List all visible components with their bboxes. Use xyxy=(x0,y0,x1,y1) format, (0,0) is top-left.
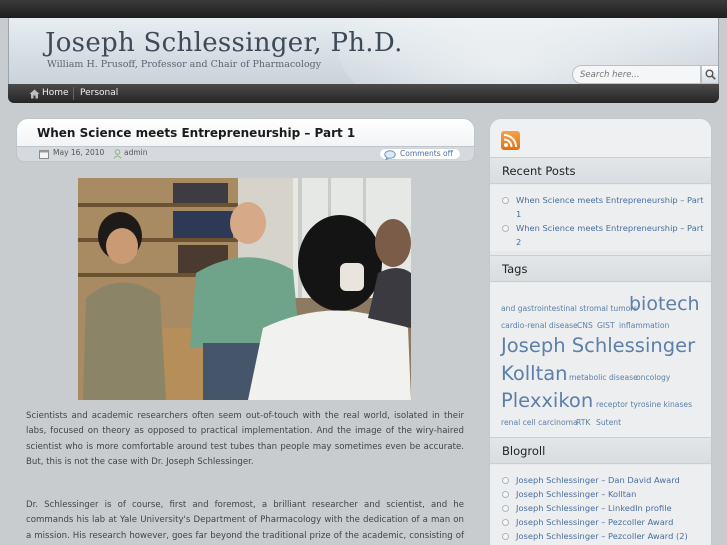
bullet-icon xyxy=(502,477,509,484)
blogroll-list: Joseph Schlessinger – Dan David Award Jo… xyxy=(490,465,711,545)
recent-post-link[interactable]: When Science meets Entrepreneurship – Pa… xyxy=(516,193,703,207)
tag-cloud: and gastrointestinal stromal tumors biot… xyxy=(490,283,711,437)
tag-link[interactable]: oncology xyxy=(636,374,670,382)
tags-title: Tags xyxy=(502,262,528,276)
post-title-bar: When Science meets Entrepreneurship – Pa… xyxy=(16,118,475,147)
top-strip xyxy=(0,0,727,18)
blogroll-link[interactable]: Joseph Schlessinger – Pezcoller Award xyxy=(516,515,673,529)
sidebar: Recent Posts When Science meets Entrepre… xyxy=(489,118,712,545)
search-form xyxy=(572,65,718,84)
post-paragraph: Scientists and academic researchers ofte… xyxy=(26,411,464,468)
search-button[interactable] xyxy=(701,65,718,84)
rss-icon[interactable] xyxy=(501,131,520,150)
comment-icon xyxy=(384,150,396,160)
blogroll-link[interactable]: Joseph Schlessinger – Kolltan xyxy=(516,487,636,501)
tag-link[interactable]: CNS xyxy=(577,322,593,330)
tag-link[interactable]: and gastrointestinal stromal tumors xyxy=(501,305,637,313)
main-nav: Home Personal xyxy=(8,84,719,103)
site-title[interactable]: Joseph Schlessinger, Ph.D. xyxy=(45,28,403,58)
calendar-icon xyxy=(39,150,49,159)
user-icon xyxy=(113,149,122,159)
bullet-icon xyxy=(502,505,509,512)
post-author[interactable]: admin xyxy=(124,148,148,157)
tag-link[interactable]: biotech xyxy=(629,295,700,314)
search-icon xyxy=(705,69,716,80)
tag-link[interactable]: GIST xyxy=(597,322,615,330)
post-title[interactable]: When Science meets Entrepreneurship – Pa… xyxy=(37,126,355,140)
post-date: May 16, 2010 xyxy=(53,148,105,157)
tag-link[interactable]: metabolic disease xyxy=(569,374,638,382)
site-description: William H. Prusoff, Professor and Chair … xyxy=(47,59,322,70)
site-header: Joseph Schlessinger, Ph.D. William H. Pr… xyxy=(8,18,719,84)
tag-link[interactable]: cardio-renal disease xyxy=(501,322,578,330)
recent-post-link-cont[interactable]: 1 xyxy=(516,207,521,221)
recent-posts-title: Recent Posts xyxy=(502,164,576,178)
tag-link[interactable]: RTK xyxy=(576,419,590,427)
bullet-icon xyxy=(502,197,509,204)
post-header: When Science meets Entrepreneurship – Pa… xyxy=(16,118,475,162)
recent-post-link-cont[interactable]: 2 xyxy=(516,235,521,249)
tag-link[interactable]: Plexxikon xyxy=(501,391,593,411)
tag-link[interactable]: Kolltan xyxy=(501,364,568,384)
recent-posts-list: When Science meets Entrepreneurship – Pa… xyxy=(490,185,711,251)
rss-row xyxy=(490,119,711,157)
blogroll-heading: Blogroll xyxy=(490,437,711,464)
recent-post-link[interactable]: When Science meets Entrepreneurship – Pa… xyxy=(516,221,703,235)
tags-heading: Tags xyxy=(490,255,711,282)
nav-personal[interactable]: Personal xyxy=(80,84,118,103)
tag-link[interactable]: renal cell carcinoma xyxy=(501,419,578,427)
tag-link[interactable]: Sutent xyxy=(596,419,621,427)
blogroll-title: Blogroll xyxy=(502,444,546,458)
tag-link[interactable]: Joseph Schlessinger xyxy=(501,336,695,356)
post-paragraph: Dr. Schlessinger is of course, first and… xyxy=(26,500,464,541)
post-photo-illustration xyxy=(78,178,411,400)
comments-link[interactable]: Comments off xyxy=(379,148,461,160)
recent-posts-heading: Recent Posts xyxy=(490,157,711,184)
nav-home[interactable]: Home xyxy=(26,84,69,103)
bullet-icon xyxy=(502,491,509,498)
bullet-icon xyxy=(502,225,509,232)
comments-label: Comments off xyxy=(400,149,453,158)
blogroll-link[interactable]: Joseph Schlessinger – Dan David Award xyxy=(516,473,680,487)
blogroll-link[interactable]: Joseph Schlessinger – Pezcoller Award (2… xyxy=(516,529,688,543)
post-meta: May 16, 2010 admin Comments off xyxy=(16,147,475,162)
blogroll-link[interactable]: Joseph Schlessinger – LinkedIn profile xyxy=(516,501,672,515)
bullet-icon xyxy=(502,519,509,526)
tag-link[interactable]: receptor tyrosine kinases xyxy=(596,401,692,409)
tag-link[interactable]: inflammation xyxy=(619,322,669,330)
nav-home-label: Home xyxy=(42,88,69,98)
post-photo xyxy=(78,178,411,400)
nav-divider xyxy=(73,87,74,100)
bullet-icon xyxy=(502,533,509,540)
search-input[interactable] xyxy=(572,65,701,84)
home-icon xyxy=(29,89,40,99)
